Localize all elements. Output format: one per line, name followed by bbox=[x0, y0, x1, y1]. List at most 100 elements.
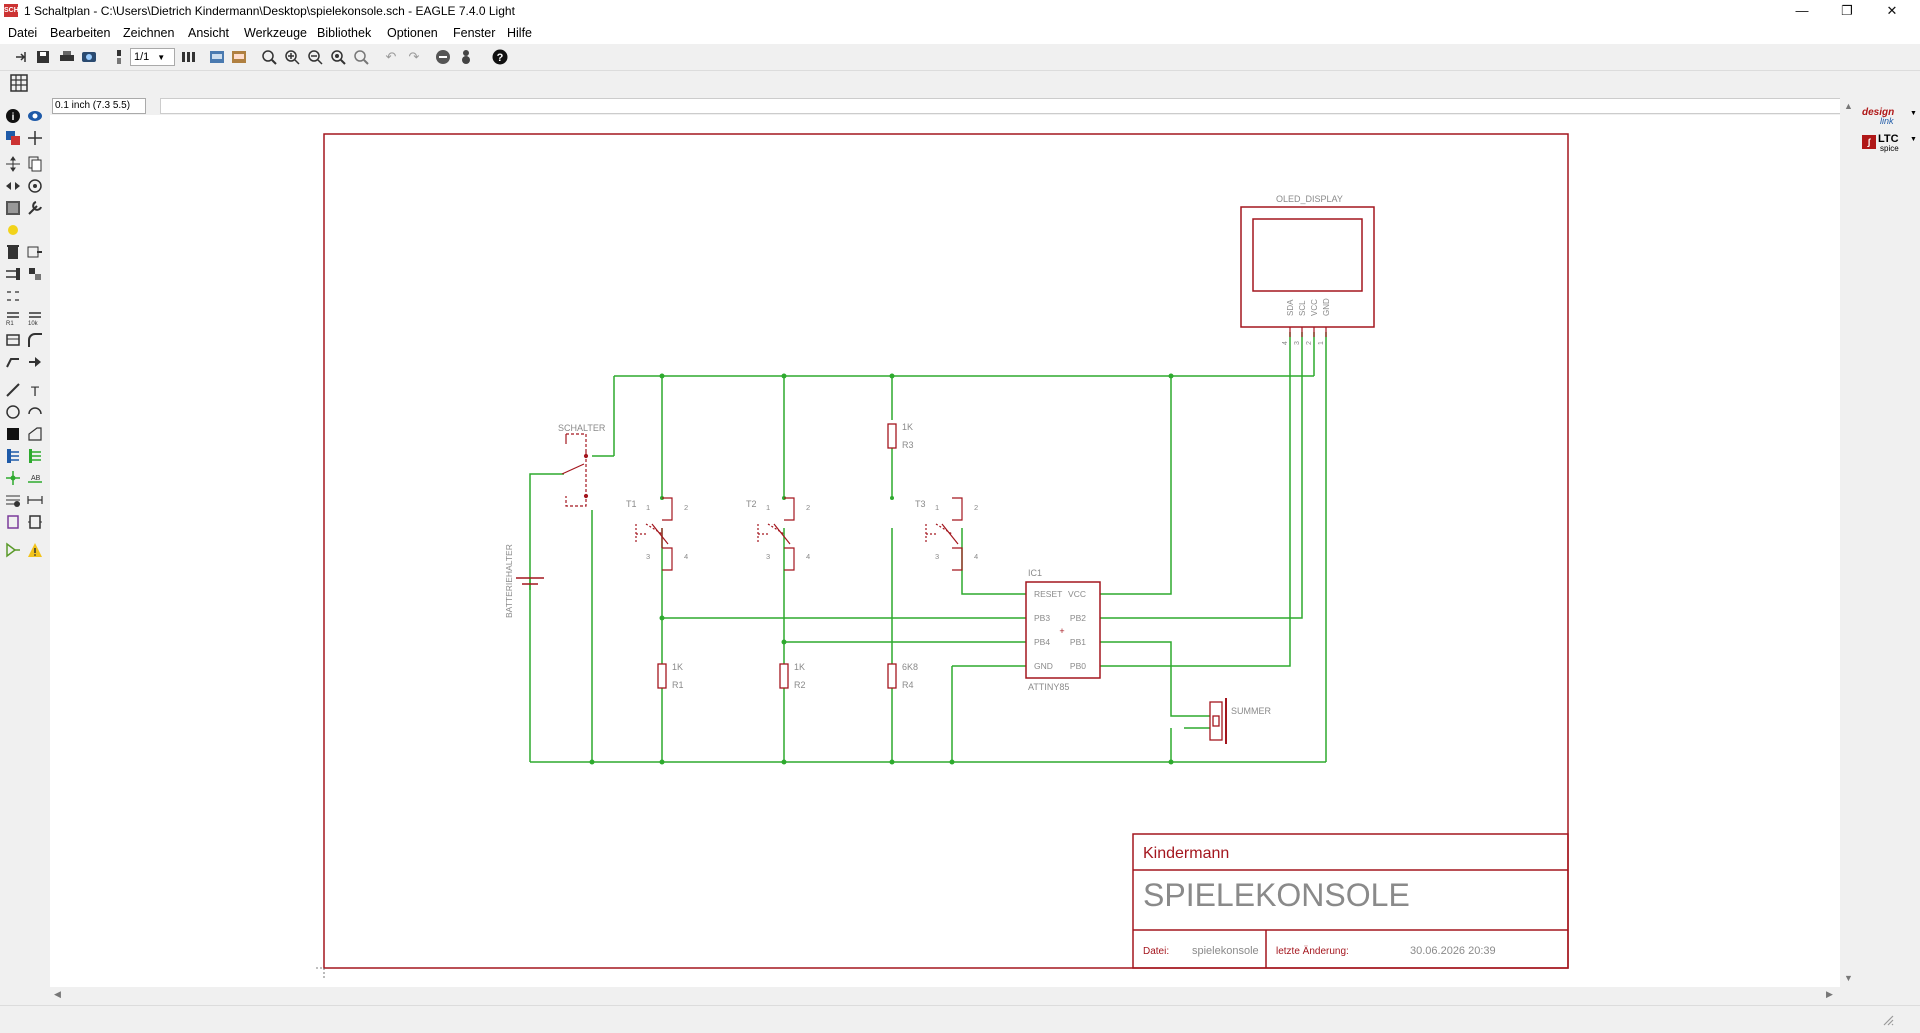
menu-werkzeuge[interactable]: Werkzeuge bbox=[244, 26, 307, 40]
horizontal-scrollbar[interactable]: ◀ ▶ bbox=[50, 987, 1840, 1003]
zoom-out-icon[interactable] bbox=[306, 48, 324, 66]
display-layers-icon[interactable] bbox=[4, 129, 22, 147]
chevron-down-icon: ▼ bbox=[1910, 110, 1917, 117]
erc-icon[interactable] bbox=[4, 541, 22, 559]
module-icon[interactable] bbox=[26, 513, 44, 531]
miter-icon[interactable] bbox=[26, 331, 44, 349]
board-switch-icon[interactable] bbox=[180, 48, 198, 66]
zoom-area-icon[interactable] bbox=[352, 48, 370, 66]
split-icon[interactable] bbox=[4, 353, 22, 371]
schematic-canvas[interactable]: OLED_DISPLAY SDA SCL VCC GND 4 3 2 1 SCH… bbox=[50, 115, 1840, 987]
name-icon[interactable]: R1 bbox=[4, 309, 22, 327]
dimension-icon[interactable] bbox=[26, 491, 44, 509]
t2-pin-2: 2 bbox=[806, 503, 810, 512]
value-icon[interactable]: 10k bbox=[26, 309, 44, 327]
net-icon[interactable] bbox=[26, 447, 44, 465]
menu-hilfe[interactable]: Hilfe bbox=[507, 26, 532, 40]
add-icon[interactable] bbox=[26, 243, 44, 261]
attribute-icon[interactable] bbox=[4, 491, 22, 509]
scroll-left-icon[interactable]: ◀ bbox=[54, 989, 61, 1000]
scroll-up-icon[interactable]: ▲ bbox=[1844, 101, 1853, 111]
script-icon[interactable] bbox=[208, 48, 226, 66]
ltspice-button[interactable]: ∫ LTC spice ▼ bbox=[1860, 133, 1918, 155]
pinswap-icon[interactable] bbox=[4, 265, 22, 283]
menu-zeichnen[interactable]: Zeichnen bbox=[123, 26, 174, 40]
save-icon[interactable] bbox=[34, 48, 52, 66]
svg-text:?: ? bbox=[497, 52, 504, 64]
battery-label: BATTERIEHALTER bbox=[504, 544, 514, 618]
maximize-button[interactable]: ❐ bbox=[1825, 0, 1869, 22]
wire-icon[interactable] bbox=[4, 381, 22, 399]
vertical-scrollbar[interactable]: ▲ ▼ bbox=[1840, 97, 1856, 987]
close-button[interactable]: ✕ bbox=[1870, 0, 1914, 22]
ulp-icon[interactable] bbox=[230, 48, 248, 66]
text-icon[interactable]: T bbox=[26, 381, 44, 399]
arc-icon[interactable] bbox=[26, 403, 44, 421]
zoom-redraw-icon[interactable] bbox=[329, 48, 347, 66]
group-icon[interactable] bbox=[4, 199, 22, 217]
ic1-origin-mark: + bbox=[1059, 626, 1064, 636]
paste-icon[interactable] bbox=[4, 221, 22, 239]
redo-icon[interactable]: ↷ bbox=[405, 48, 423, 66]
smash-icon[interactable] bbox=[4, 331, 22, 349]
open-icon[interactable] bbox=[12, 48, 30, 66]
t1-pin-2: 2 bbox=[684, 503, 688, 512]
invoke-icon[interactable] bbox=[26, 353, 44, 371]
changed-label: letzte Änderung: bbox=[1276, 945, 1349, 957]
cam-processor-icon[interactable] bbox=[80, 48, 98, 66]
buzzer-symbol bbox=[1209, 698, 1227, 744]
command-palette: i R1 10k T AB bbox=[0, 105, 50, 1005]
mirror-icon[interactable] bbox=[4, 177, 22, 195]
scroll-down-icon[interactable]: ▼ bbox=[1844, 973, 1853, 983]
go-icon[interactable] bbox=[457, 48, 475, 66]
scroll-right-icon[interactable]: ▶ bbox=[1826, 989, 1833, 1000]
schematic-drawing: OLED_DISPLAY SDA SCL VCC GND 4 3 2 1 SCH… bbox=[316, 133, 1569, 978]
show-icon[interactable] bbox=[26, 107, 44, 125]
replace-icon[interactable] bbox=[26, 265, 44, 283]
grid-icon[interactable] bbox=[10, 74, 28, 92]
file-value: spielekonsole bbox=[1192, 945, 1259, 957]
resistor-r3 bbox=[887, 423, 897, 449]
rotate-icon[interactable] bbox=[26, 177, 44, 195]
label-icon[interactable]: AB bbox=[26, 469, 44, 487]
undo-icon[interactable]: ↶ bbox=[382, 48, 400, 66]
copy-icon[interactable] bbox=[26, 155, 44, 173]
warning-icon[interactable] bbox=[26, 541, 44, 559]
switch-symbol bbox=[561, 433, 589, 507]
bus-icon[interactable] bbox=[4, 447, 22, 465]
designlink-button[interactable]: design link ▼ bbox=[1860, 107, 1918, 127]
stop-icon[interactable] bbox=[434, 48, 452, 66]
menu-bearbeiten[interactable]: Bearbeiten bbox=[50, 26, 110, 40]
chevron-down-icon: ▼ bbox=[157, 52, 166, 62]
zoom-in-icon[interactable] bbox=[283, 48, 301, 66]
right-panel: design link ▼ ∫ LTC spice ▼ bbox=[1858, 97, 1920, 1027]
polygon-icon[interactable] bbox=[26, 425, 44, 443]
frame-icon[interactable] bbox=[4, 513, 22, 531]
menu-optionen[interactable]: Optionen bbox=[387, 26, 438, 40]
command-line-input[interactable] bbox=[160, 98, 1842, 114]
r1-name: R1 bbox=[672, 680, 684, 690]
gateswap-icon[interactable] bbox=[4, 287, 22, 305]
menu-datei[interactable]: Datei bbox=[8, 26, 37, 40]
menu-fenster[interactable]: Fenster bbox=[453, 26, 495, 40]
info-icon[interactable]: i bbox=[4, 107, 22, 125]
resize-grip-icon[interactable] bbox=[1880, 1012, 1894, 1026]
menu-ansicht[interactable]: Ansicht bbox=[188, 26, 229, 40]
rect-icon[interactable] bbox=[4, 425, 22, 443]
minimize-button[interactable]: — bbox=[1780, 0, 1824, 22]
print-icon[interactable] bbox=[58, 48, 76, 66]
changed-value: 30.06.2026 20:39 bbox=[1410, 945, 1496, 957]
zoom-fit-icon[interactable] bbox=[260, 48, 278, 66]
sheet-select[interactable]: 1/1 ▼ bbox=[130, 48, 175, 66]
menu-bibliothek[interactable]: Bibliothek bbox=[317, 26, 371, 40]
junction-icon[interactable] bbox=[4, 469, 22, 487]
help-icon[interactable]: ? bbox=[491, 48, 509, 66]
r4-name: R4 bbox=[902, 680, 914, 690]
change-icon[interactable] bbox=[26, 199, 44, 217]
ic1-value: ATTINY85 bbox=[1028, 682, 1069, 692]
circle-icon[interactable] bbox=[4, 403, 22, 421]
sheet-icon[interactable] bbox=[110, 48, 128, 66]
move-icon[interactable] bbox=[4, 155, 22, 173]
mark-icon[interactable] bbox=[26, 129, 44, 147]
delete-icon[interactable] bbox=[4, 243, 22, 261]
